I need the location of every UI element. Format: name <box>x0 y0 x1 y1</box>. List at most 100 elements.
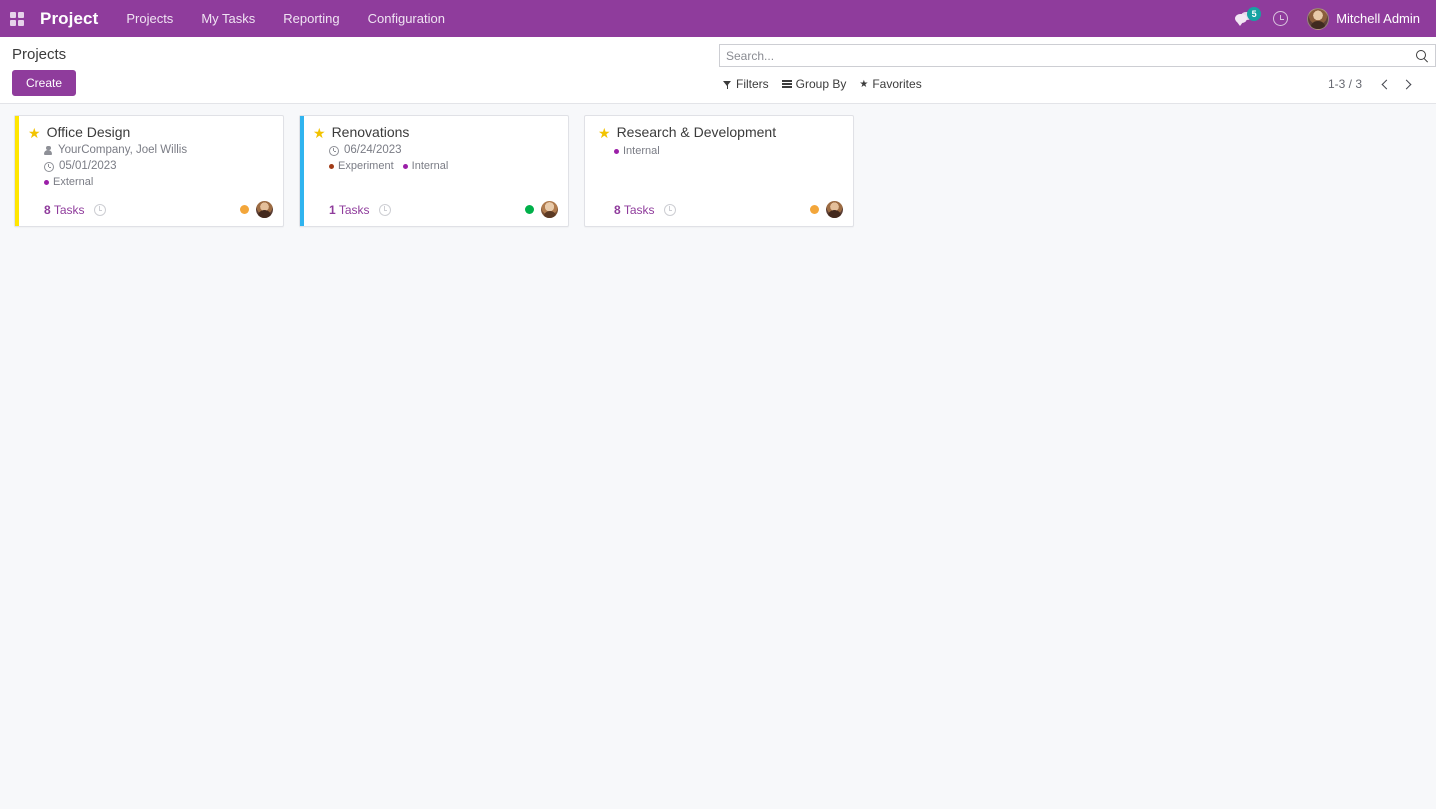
pager-previous-button[interactable] <box>1374 74 1396 94</box>
card-date-row: 05/01/2023 <box>44 159 273 174</box>
favorites-button[interactable]: ★ Favorites <box>855 75 930 93</box>
kanban-card[interactable]: ★ Research & Development Internal 8 Task… <box>584 115 854 227</box>
card-date: 06/24/2023 <box>344 144 402 156</box>
card-body: YourCompany, Joel Willis 05/01/2023 Exte… <box>28 143 273 189</box>
tasks-count: 1 <box>329 202 336 217</box>
card-customer: YourCompany, Joel Willis <box>58 144 188 156</box>
clock-icon <box>1273 11 1289 26</box>
navbar-right-tools: 5 Mitchell Admin <box>1226 0 1426 37</box>
tasks-link[interactable]: 1 Tasks <box>329 203 370 217</box>
card-tags: Internal <box>614 144 843 158</box>
user-menu[interactable]: Mitchell Admin <box>1299 0 1426 37</box>
card-body: Internal <box>598 143 843 189</box>
card-footer: 8 Tasks <box>598 189 843 218</box>
clock-icon <box>44 161 54 172</box>
card-tags: External <box>44 175 273 189</box>
card-title: Research & Development <box>616 124 777 140</box>
favorite-star-icon[interactable]: ★ <box>313 126 326 140</box>
clock-icon <box>329 145 339 156</box>
menu-item-configuration[interactable]: Configuration <box>354 2 459 35</box>
tag-dot-icon <box>44 179 49 185</box>
menu-item-reporting[interactable]: Reporting <box>269 2 353 35</box>
tag: Internal <box>614 144 660 158</box>
tasks-label: Tasks <box>623 202 655 217</box>
tag-dot-icon <box>614 148 619 154</box>
card-date-row: 06/24/2023 <box>329 143 558 158</box>
menu-item-my-tasks[interactable]: My Tasks <box>187 2 269 35</box>
kanban-view: ★ Office Design YourCompany, Joel Willis… <box>0 104 1436 227</box>
control-panel: Projects Create Filters Group By ★ Favor… <box>0 37 1436 104</box>
pager: 1-3 / 3 <box>1328 74 1436 94</box>
card-color-stripe <box>15 116 19 226</box>
tag: Internal <box>402 159 449 173</box>
tasks-link[interactable]: 8 Tasks <box>614 203 655 217</box>
card-customer-row: YourCompany, Joel Willis <box>44 143 273 158</box>
messages-badge: 5 <box>1247 7 1262 21</box>
card-color-stripe <box>300 116 304 226</box>
search-view[interactable] <box>719 44 1436 67</box>
favorites-label: Favorites <box>872 77 922 91</box>
card-footer: 1 Tasks <box>313 189 558 218</box>
breadcrumb: Projects <box>12 46 67 63</box>
card-title: Office Design <box>46 124 131 140</box>
user-name: Mitchell Admin <box>1336 11 1420 26</box>
tasks-count: 8 <box>44 202 51 217</box>
card-footer-right <box>525 201 558 218</box>
tag-label: Experiment <box>338 160 394 172</box>
card-body: 06/24/2023 Experiment Internal <box>313 143 558 189</box>
search-icon[interactable] <box>1416 49 1428 62</box>
card-header: ★ Renovations <box>313 124 558 141</box>
control-panel-right: Filters Group By ★ Favorites 1-3 / 3 <box>719 37 1436 95</box>
tasks-link[interactable]: 8 Tasks <box>44 203 85 217</box>
favorite-star-icon[interactable]: ★ <box>28 126 41 140</box>
filters-label: Filters <box>736 77 769 91</box>
person-icon <box>44 145 53 156</box>
star-icon: ★ <box>859 78 869 90</box>
search-options-row: Filters Group By ★ Favorites 1-3 / 3 <box>719 73 1436 95</box>
pager-next-button[interactable] <box>1396 74 1418 94</box>
search-input[interactable] <box>726 46 1412 65</box>
timesheet-clock-icon[interactable] <box>378 203 391 216</box>
menu-item-projects[interactable]: Projects <box>112 2 187 35</box>
group-by-button[interactable]: Group By <box>778 75 856 93</box>
tasks-label: Tasks <box>338 202 370 217</box>
main-menu: Projects My Tasks Reporting Configuratio… <box>112 2 459 35</box>
group-by-label: Group By <box>795 77 847 91</box>
card-color-stripe <box>585 116 589 226</box>
tag: External <box>44 175 93 189</box>
card-footer-right <box>810 201 843 218</box>
kanban-card[interactable]: ★ Office Design YourCompany, Joel Willis… <box>14 115 284 227</box>
top-navbar: Project Projects My Tasks Reporting Conf… <box>0 0 1436 37</box>
tag-label: Internal <box>623 145 660 157</box>
pager-value: 1-3 / 3 <box>1327 77 1362 91</box>
timesheet-clock-icon[interactable] <box>663 203 676 216</box>
control-panel-left: Projects Create <box>12 45 77 96</box>
card-footer-right <box>240 201 273 218</box>
messages-button[interactable]: 5 <box>1226 0 1262 37</box>
app-brand-project[interactable]: Project <box>28 9 112 29</box>
tag-label: Internal <box>411 160 449 172</box>
timesheet-clock-icon[interactable] <box>93 203 106 216</box>
chevron-left-icon <box>1381 79 1391 89</box>
avatar[interactable] <box>826 201 843 218</box>
apps-menu-button[interactable] <box>6 0 28 37</box>
filters-button[interactable]: Filters <box>719 75 778 93</box>
create-button[interactable]: Create <box>12 70 77 96</box>
avatar[interactable] <box>256 201 273 218</box>
card-header: ★ Research & Development <box>598 124 843 141</box>
card-header: ★ Office Design <box>28 124 273 141</box>
activities-button[interactable] <box>1264 0 1297 37</box>
card-date: 05/01/2023 <box>59 160 117 172</box>
avatar[interactable] <box>541 201 558 218</box>
tag-label: External <box>53 176 94 188</box>
status-badge[interactable] <box>240 205 249 214</box>
status-badge[interactable] <box>810 205 819 214</box>
avatar <box>1307 7 1330 30</box>
filter-button-group: Filters Group By ★ Favorites <box>719 75 931 93</box>
kanban-card[interactable]: ★ Renovations 06/24/2023 Experiment Inte… <box>299 115 569 227</box>
tag-dot-icon <box>402 163 408 169</box>
status-badge[interactable] <box>525 205 534 214</box>
favorite-star-icon[interactable]: ★ <box>598 126 611 140</box>
tag-dot-icon <box>329 163 334 169</box>
funnel-icon <box>723 80 732 89</box>
